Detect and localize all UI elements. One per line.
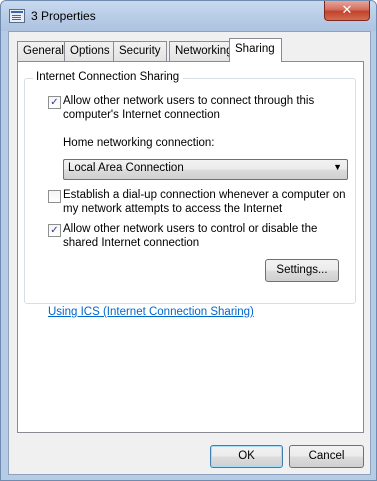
ok-button[interactable]: OK bbox=[210, 445, 283, 468]
dialup-line1: Establish a dial-up connection whenever … bbox=[63, 189, 346, 201]
chevron-down-icon: ▼ bbox=[333, 162, 342, 172]
tab-sharing[interactable]: Sharing bbox=[229, 38, 282, 62]
properties-icon bbox=[9, 9, 25, 23]
dialup-label[interactable]: Establish a dial-up connection whenever … bbox=[63, 188, 346, 216]
tab-general[interactable]: General bbox=[17, 41, 70, 61]
ics-group-label: Internet Connection Sharing bbox=[33, 71, 184, 83]
tab-strip: General Options Security Networking Shar… bbox=[17, 38, 367, 62]
allow-connect-line1: Allow other network users to connect thr… bbox=[63, 95, 315, 107]
settings-button[interactable]: Settings... bbox=[265, 259, 339, 282]
cancel-button[interactable]: Cancel bbox=[289, 445, 364, 468]
properties-window: 3 Properties ✕ General Options Security … bbox=[0, 0, 377, 481]
tab-options[interactable]: Options bbox=[64, 41, 116, 61]
allow-connect-label[interactable]: Allow other network users to connect thr… bbox=[63, 94, 314, 122]
home-networking-label: Home networking connection: bbox=[63, 137, 215, 149]
ics-groupbox: Internet Connection Sharing ✓ Allow othe… bbox=[24, 71, 356, 304]
allow-connect-checkbox[interactable]: ✓ bbox=[48, 96, 61, 109]
allow-connect-line2: computer's Internet connection bbox=[63, 109, 220, 121]
allow-control-label[interactable]: Allow other network users to control or … bbox=[63, 222, 317, 250]
sharing-panel: Internet Connection Sharing ✓ Allow othe… bbox=[17, 61, 364, 433]
home-networking-select[interactable]: Local Area Connection ▼ bbox=[63, 159, 348, 180]
dialog-client-area: General Options Security Networking Shar… bbox=[8, 31, 371, 475]
tab-security[interactable]: Security bbox=[113, 41, 167, 61]
ics-help-link[interactable]: Using ICS (Internet Connection Sharing) bbox=[48, 306, 254, 318]
allow-control-line2: shared Internet connection bbox=[63, 237, 200, 249]
window-title: 3 Properties bbox=[31, 9, 96, 23]
home-networking-value: Local Area Connection bbox=[68, 162, 184, 174]
close-button[interactable]: ✕ bbox=[324, 1, 370, 21]
dialup-checkbox[interactable] bbox=[48, 190, 61, 203]
title-bar[interactable]: 3 Properties ✕ bbox=[1, 1, 376, 31]
allow-control-checkbox[interactable]: ✓ bbox=[48, 224, 61, 237]
dialup-line2: my network attempts to access the Intern… bbox=[63, 203, 283, 215]
allow-control-line1: Allow other network users to control or … bbox=[63, 223, 318, 235]
